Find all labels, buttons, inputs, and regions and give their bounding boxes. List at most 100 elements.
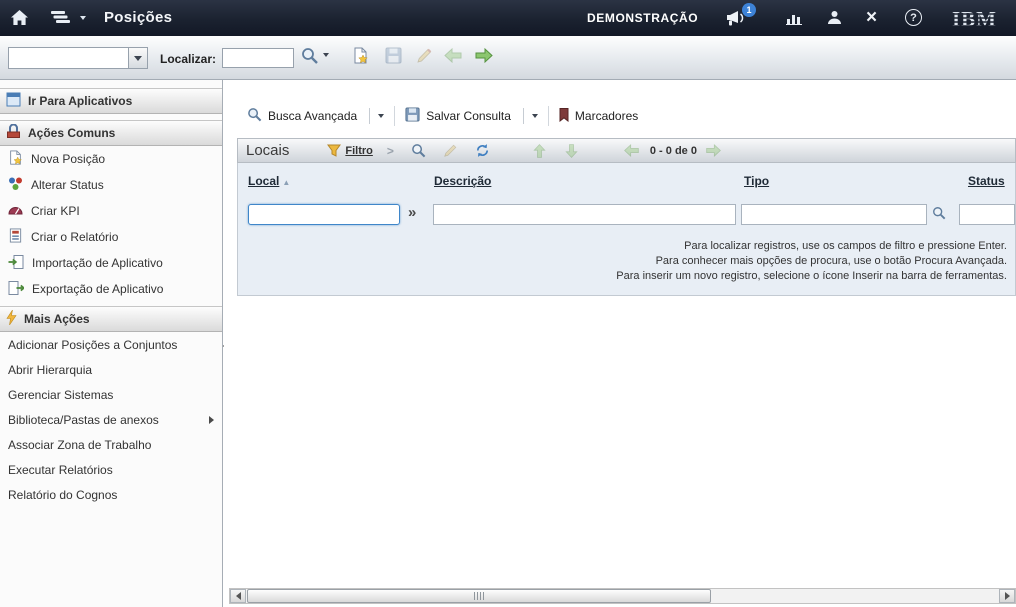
sidebar-item-label: Criar KPI (31, 204, 80, 218)
sidebar-item-label: Adicionar Posições a Conjuntos (8, 338, 177, 352)
sidebar-item-abrir-hierarquia[interactable]: Abrir Hierarquia (0, 357, 222, 382)
submenu-arrow-icon (209, 416, 214, 424)
previous-record-icon (443, 47, 463, 64)
quick-insert-combobox[interactable] (8, 47, 148, 69)
save-query-caret-icon[interactable] (532, 114, 538, 118)
sidebar-item-label: Criar o Relatório (31, 230, 118, 244)
sidebar-item-criar-kpi[interactable]: Criar KPI (0, 198, 222, 224)
expand-filter-icon[interactable]: » (408, 204, 416, 221)
filter-funnel-icon[interactable] (327, 144, 341, 157)
grid-search-icon[interactable] (411, 143, 426, 158)
common-actions-label: Ações Comuns (28, 126, 115, 140)
logout-close-icon[interactable]: × (866, 7, 877, 29)
lightning-icon (6, 310, 17, 328)
bookmarks-button[interactable]: Marcadores (549, 103, 648, 129)
apps-menu-caret-icon[interactable] (80, 16, 86, 20)
filter-local-input[interactable] (248, 204, 400, 225)
sidebar-item-adicionar-posicoes-conjuntos[interactable]: Adicionar Posições a Conjuntos (0, 332, 222, 357)
sidebar-go-to-applications[interactable]: Ir Para Aplicativos (0, 88, 222, 114)
column-header-status[interactable]: Status (968, 174, 1005, 188)
column-header-tipo[interactable]: Tipo (744, 174, 769, 188)
sidebar-item-label: Associar Zona de Trabalho (8, 438, 151, 452)
sidebar-item-alterar-status[interactable]: Alterar Status (0, 172, 222, 198)
sidebar-item-exportacao-aplicativo[interactable]: Exportação de Aplicativo (0, 276, 222, 302)
import-application-icon (8, 254, 24, 273)
filter-descricao-input[interactable] (433, 204, 736, 225)
environment-label: DEMONSTRAÇÃO (587, 11, 698, 25)
search-icon[interactable] (301, 47, 319, 65)
filter-tipo-input[interactable] (741, 204, 927, 225)
grid-body: Local▲ Descrição Tipo Status » Para loca… (237, 163, 1016, 296)
sidebar-item-gerenciar-sistemas[interactable]: Gerenciar Sistemas (0, 382, 222, 407)
sidebar: Ir Para Aplicativos Ações Comuns Nova Po… (0, 80, 223, 607)
horizontal-scrollbar[interactable] (229, 588, 1016, 604)
new-record-icon[interactable] (352, 47, 369, 65)
filter-status-input[interactable] (959, 204, 1015, 225)
combobox-dropdown-button[interactable] (128, 48, 147, 68)
topbar: Posições DEMONSTRAÇÃO 1 × ? IBM (0, 0, 1016, 36)
advanced-search-label: Busca Avançada (268, 109, 357, 123)
profile-icon[interactable] (827, 10, 842, 25)
previous-page-icon (623, 143, 640, 158)
sidebar-item-label: Importação de Aplicativo (32, 256, 163, 270)
change-status-icon (8, 176, 23, 194)
sort-ascending-icon: ▲ (282, 178, 290, 187)
bookmark-icon (559, 108, 569, 125)
kpi-gauge-icon (8, 202, 23, 220)
grid-titlebar: Locais Filtro > 0 - 0 de 0 (237, 138, 1016, 163)
scroll-right-button[interactable] (999, 589, 1015, 603)
grid-edit-icon (443, 143, 458, 158)
refresh-icon[interactable] (475, 143, 490, 158)
advanced-search-caret-icon[interactable] (378, 114, 384, 118)
save-query-button[interactable]: Salvar Consulta (395, 103, 548, 129)
search-options-caret-icon[interactable] (323, 53, 329, 57)
save-query-label: Salvar Consulta (426, 109, 511, 123)
main-toolbar: Localizar: (0, 36, 1016, 80)
home-icon[interactable] (10, 9, 29, 26)
sidebar-item-label: Biblioteca/Pastas de anexos (8, 413, 159, 427)
scrollbar-thumb[interactable] (247, 589, 711, 603)
apps-menu-icon[interactable] (50, 10, 72, 25)
next-record-icon[interactable] (474, 47, 494, 64)
clear-changes-icon (416, 47, 433, 64)
next-page-icon (705, 143, 722, 158)
next-row-icon (564, 143, 579, 159)
sidebar-common-actions-header[interactable]: Ações Comuns (0, 120, 222, 146)
sidebar-more-actions-header[interactable]: Mais Ações (0, 306, 222, 332)
sidebar-item-label: Nova Posição (31, 152, 105, 166)
localizar-input[interactable] (222, 48, 294, 68)
scroll-left-button[interactable] (230, 589, 246, 603)
combobox-value (9, 48, 128, 68)
grid-title: Locais (246, 142, 289, 159)
help-line: Para localizar registros, use os campos … (616, 239, 1007, 254)
ibm-logo: IBM (952, 7, 997, 32)
sidebar-item-criar-relatorio[interactable]: Criar o Relatório (0, 224, 222, 250)
tipo-lookup-icon[interactable] (932, 206, 946, 223)
sidebar-item-label: Abrir Hierarquia (8, 363, 92, 377)
grid-help-text: Para localizar registros, use os campos … (616, 239, 1007, 284)
sidebar-item-nova-posicao[interactable]: Nova Posição (0, 146, 222, 172)
more-actions-label: Mais Ações (24, 312, 90, 326)
sidebar-item-executar-relatorios[interactable]: Executar Relatórios (0, 457, 222, 482)
previous-row-icon (532, 143, 547, 159)
sidebar-item-biblioteca-pastas-anexos[interactable]: Biblioteca/Pastas de anexos (0, 407, 222, 432)
column-header-descricao[interactable]: Descrição (434, 174, 491, 188)
filter-toggle-link[interactable]: Filtro (345, 145, 373, 157)
advanced-search-button[interactable]: Busca Avançada (237, 103, 394, 129)
go-to-label: Ir Para Aplicativos (28, 94, 132, 108)
reports-chart-icon[interactable] (786, 11, 803, 25)
sidebar-item-importacao-aplicativo[interactable]: Importação de Aplicativo (0, 250, 222, 276)
sidebar-item-label: Exportação de Aplicativo (32, 282, 163, 296)
sidebar-item-label: Executar Relatórios (8, 463, 113, 477)
filter-expand-chevron[interactable]: > (387, 144, 394, 158)
sidebar-item-associar-zona-trabalho[interactable]: Associar Zona de Trabalho (0, 432, 222, 457)
save-query-icon (405, 107, 420, 125)
sidebar-item-relatorio-cognos[interactable]: Relatório do Cognos (0, 482, 222, 507)
notification-badge: 1 (742, 3, 756, 17)
report-icon (8, 228, 23, 246)
localizar-label: Localizar: (160, 52, 216, 66)
page-title: Posições (104, 9, 172, 26)
help-icon[interactable]: ? (905, 9, 922, 26)
column-header-local[interactable]: Local▲ (248, 174, 290, 188)
toolbox-icon (6, 124, 21, 142)
